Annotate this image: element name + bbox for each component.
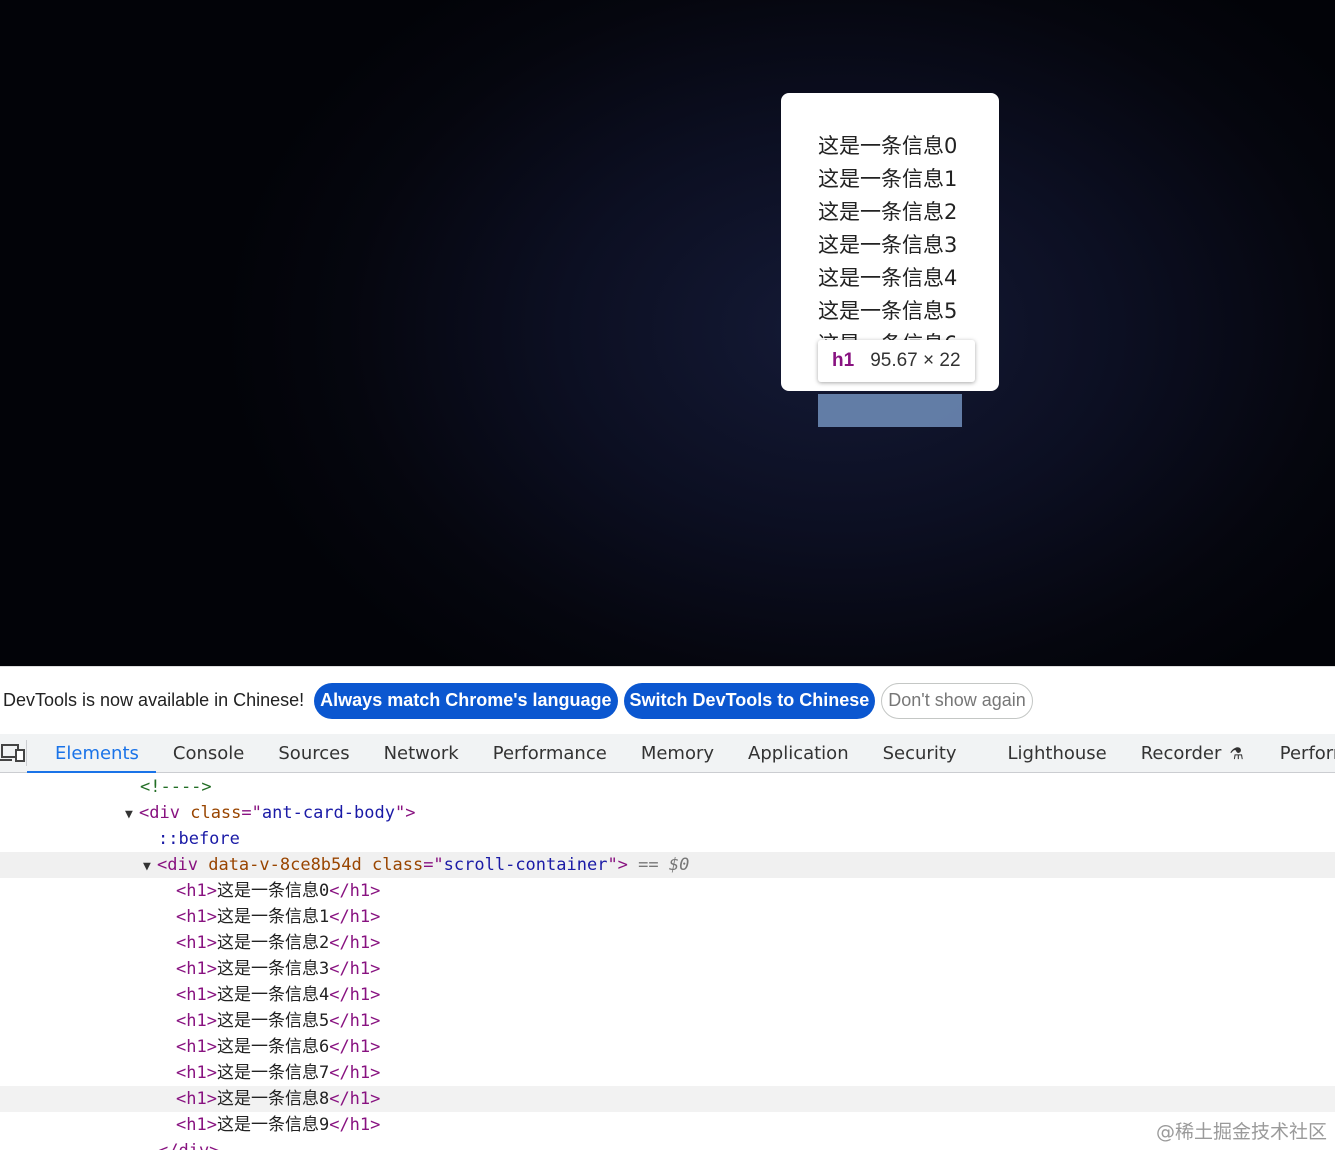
tree-node-h1[interactable]: <h1>这是一条信息4</h1>	[0, 982, 1335, 1008]
element-highlight-overlay	[818, 394, 962, 427]
message-item: 这是一条信息5	[818, 299, 958, 323]
tree-node-scroll-container[interactable]: ▼ <div data-v-8ce8b54d class="scroll-cont…	[0, 852, 1335, 878]
devtools-tabbar: Elements Console Sources Network Perform…	[0, 734, 1335, 773]
tree-node-h1[interactable]: <h1>这是一条信息1</h1>	[0, 904, 1335, 930]
tree-node-card-body[interactable]: ▼ <div class="ant-card-body">	[0, 800, 1335, 826]
node-text: 这是一条信息4	[216, 985, 330, 1005]
attr-value: ant-card-body	[261, 803, 395, 823]
node-text: 这是一条信息9	[216, 1115, 330, 1135]
tab-application[interactable]: Application	[731, 734, 866, 772]
pseudo-element: ::before	[158, 829, 240, 849]
message-item: 这是一条信息3	[818, 233, 958, 257]
device-toggle-icon	[0, 744, 25, 762]
tag-name: div	[149, 803, 180, 823]
match-language-button[interactable]: Always match Chrome's language	[314, 682, 618, 719]
tree-pseudo-before[interactable]: ::before	[0, 826, 1335, 852]
device-toolbar-icon[interactable]	[0, 740, 27, 766]
message-item: 这是一条信息4	[818, 266, 958, 290]
tab-network[interactable]: Network	[367, 734, 476, 772]
page-viewport: 这是一条信息0 这是一条信息1 这是一条信息2 这是一条信息3 这是一条信息4 …	[0, 0, 1335, 666]
node-text: 这是一条信息5	[216, 1011, 330, 1031]
inspect-tooltip-arrow	[838, 381, 854, 391]
tree-node-h1[interactable]: <h1>这是一条信息3</h1>	[0, 956, 1335, 982]
banner-message: DevTools is now available in Chinese!	[3, 690, 305, 710]
language-banner: DevTools is now available in Chinese! Al…	[0, 666, 1335, 734]
tooltip-dimensions: 95.67 × 22	[870, 350, 961, 371]
tree-comment-node[interactable]: <!---->	[0, 774, 1335, 800]
node-text: 这是一条信息6	[216, 1037, 330, 1057]
tree-node-h1[interactable]: <h1>这是一条信息7</h1>	[0, 1060, 1335, 1086]
node-text: 这是一条信息0	[216, 881, 330, 901]
expand-triangle-icon[interactable]: ▼	[125, 802, 139, 828]
tree-node-h1[interactable]: <h1>这是一条信息9</h1>	[0, 1112, 1335, 1138]
tab-memory[interactable]: Memory	[624, 734, 731, 772]
tree-node-h1[interactable]: <h1>这是一条信息2</h1>	[0, 930, 1335, 956]
message-item: 这是一条信息0	[818, 134, 958, 158]
tab-security[interactable]: Security	[866, 734, 991, 772]
attr-name: class	[372, 855, 424, 875]
message-item: 这是一条信息1	[818, 167, 958, 191]
flask-icon: ⚗	[1229, 743, 1244, 763]
equals-marker: ==	[638, 855, 659, 875]
node-text: 这是一条信息7	[216, 1063, 330, 1083]
tab-performance-insights[interactable]: Performance	[1250, 734, 1335, 772]
console-ref: $0	[668, 855, 690, 875]
node-text: 这是一条信息1	[216, 907, 330, 927]
tree-node-h1[interactable]: <h1>这是一条信息0</h1>	[0, 878, 1335, 904]
tree-closing-div[interactable]: </div>	[0, 1138, 1335, 1150]
closing-tag: </div>	[158, 1141, 219, 1150]
inspect-tooltip: h1 95.67 × 22	[818, 340, 975, 382]
switch-to-chinese-button[interactable]: Switch DevTools to Chinese	[623, 682, 876, 719]
dont-show-again-button[interactable]: Don't show again	[881, 682, 1033, 719]
tab-recorder-label: Recorder	[1140, 742, 1222, 764]
attr-value: scroll-container	[443, 855, 608, 875]
node-text: 这是一条信息3	[216, 959, 330, 979]
tree-node-h1[interactable]: <h1>这是一条信息6</h1>	[0, 1034, 1335, 1060]
tree-node-h1[interactable]: <h1>这是一条信息5</h1>	[0, 1008, 1335, 1034]
tab-elements[interactable]: Elements	[27, 734, 156, 773]
comment-text: <!---->	[140, 777, 212, 797]
tab-recorder[interactable]: Recorder ⚗	[1124, 734, 1250, 772]
tooltip-tag: h1	[832, 350, 855, 371]
watermark: @稀土掘金技术社区	[1155, 1121, 1327, 1143]
attr-name: class	[190, 803, 242, 823]
expand-triangle-icon[interactable]: ▼	[143, 854, 157, 880]
tab-lighthouse[interactable]: Lighthouse	[991, 734, 1124, 772]
tab-console[interactable]: Console	[156, 734, 261, 772]
message-item: 这是一条信息2	[818, 200, 958, 224]
tag-name: div	[167, 855, 198, 875]
tree-node-h1-hovered[interactable]: <h1>这是一条信息8</h1>	[0, 1086, 1335, 1112]
tab-performance[interactable]: Performance	[476, 734, 624, 772]
node-text: 这是一条信息2	[216, 933, 330, 953]
attr-name: data-v-8ce8b54d	[208, 855, 362, 875]
node-text: 这是一条信息8	[216, 1089, 330, 1109]
elements-tree: <!----> ▼ <div class="ant-card-body"> ::b…	[0, 774, 1335, 1150]
tab-sources[interactable]: Sources	[261, 734, 366, 772]
